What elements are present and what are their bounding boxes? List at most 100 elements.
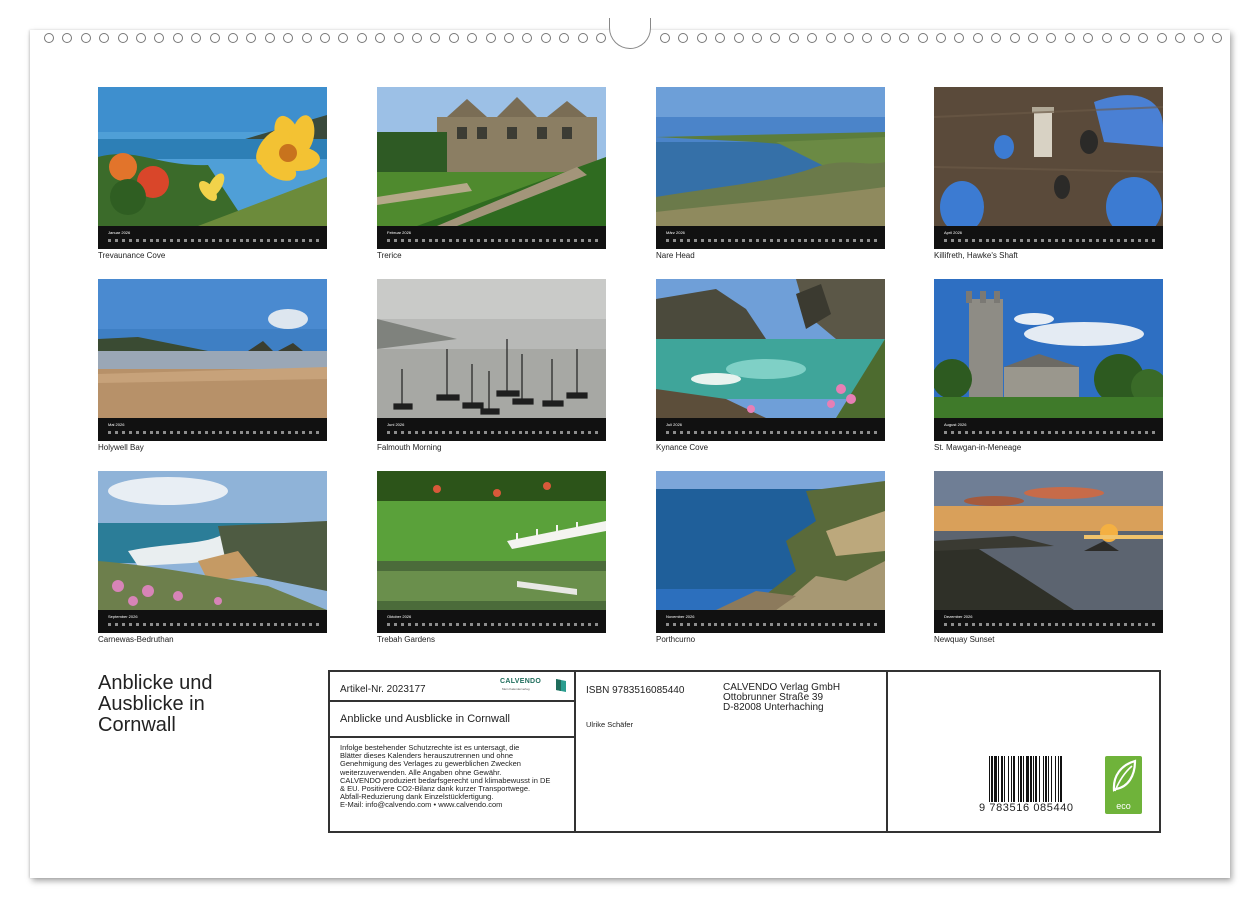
month-label: Dezember 2026: [944, 614, 973, 619]
month-photo: [656, 87, 885, 226]
day-cell: [393, 431, 397, 434]
barcode-bar: [1030, 756, 1032, 802]
day-cell: [1013, 239, 1017, 242]
day-cell: [539, 239, 543, 242]
photo-caption: Porthcurno: [656, 635, 696, 644]
day-cell: [594, 431, 598, 434]
day-cell: [470, 431, 474, 434]
day-cell: [108, 623, 111, 626]
day-cell: [714, 623, 718, 626]
day-cell: [700, 239, 704, 242]
day-cell: [211, 431, 215, 434]
day-grid: [387, 621, 598, 629]
day-cell: [1144, 239, 1148, 242]
day-cell: [1006, 431, 1010, 434]
barcode-bar: [1013, 756, 1015, 802]
photo-caption: Carnewas-Bedruthan: [98, 635, 174, 644]
day-cell: [832, 623, 836, 626]
day-cell: [525, 623, 529, 626]
day-cell: [1137, 623, 1141, 626]
day-cell: [191, 431, 195, 434]
day-cell: [1089, 623, 1093, 626]
day-cell: [666, 239, 669, 242]
day-cell: [421, 239, 425, 242]
binding-ring: [209, 33, 220, 43]
day-cell: [964, 239, 968, 242]
month-tile: Juni 2026 Falmouth Morning: [377, 279, 606, 452]
day-cell: [978, 431, 982, 434]
day-cell: [387, 623, 390, 626]
day-cell: [1117, 431, 1121, 434]
day-cell: [287, 623, 291, 626]
day-cell: [428, 239, 432, 242]
day-cell: [301, 431, 305, 434]
binding-ring: [596, 33, 606, 43]
day-cell: [260, 623, 264, 626]
month-photo: [656, 279, 885, 418]
day-cell: [1089, 239, 1093, 242]
day-grid: [387, 237, 598, 245]
month-label: März 2026: [666, 230, 685, 235]
day-cell: [866, 431, 870, 434]
day-cell: [728, 431, 732, 434]
day-cell: [679, 431, 683, 434]
day-cell: [950, 239, 954, 242]
day-cell: [211, 239, 215, 242]
binding-ring: [540, 33, 551, 43]
day-cell: [232, 623, 236, 626]
day-grid: [944, 621, 1155, 629]
barcode-bar: [1011, 756, 1012, 802]
calendar-strip: Oktober 2026: [377, 610, 606, 633]
day-cell: [707, 239, 711, 242]
day-cell: [679, 239, 683, 242]
month-label: November 2026: [666, 614, 695, 619]
day-cell: [852, 431, 856, 434]
day-grid: [108, 237, 319, 245]
day-cell: [1075, 239, 1079, 242]
binding-ring: [660, 33, 670, 43]
photo-caption: Trevaunance Cove: [98, 251, 166, 260]
calendar-strip: Januar 2026: [98, 226, 327, 249]
barcode-bar: [1051, 756, 1052, 802]
day-cell: [944, 431, 947, 434]
binding-ring: [246, 33, 257, 43]
day-cell: [218, 239, 222, 242]
day-cell: [1047, 431, 1051, 434]
day-cell: [1144, 431, 1148, 434]
day-cell: [873, 239, 877, 242]
day-cell: [442, 239, 446, 242]
day-cell: [707, 431, 711, 434]
day-cell: [693, 239, 697, 242]
month-tile: Juli 2026 Kynance Cove: [656, 279, 885, 452]
day-cell: [811, 239, 815, 242]
day-cell: [679, 623, 683, 626]
month-tile: Februar 2026 Trerice: [377, 87, 606, 260]
day-cell: [755, 431, 759, 434]
day-cell: [797, 431, 801, 434]
day-cell: [1123, 431, 1127, 434]
day-cell: [315, 239, 319, 242]
day-cell: [504, 239, 508, 242]
day-cell: [308, 623, 312, 626]
day-cell: [1110, 239, 1114, 242]
month-photo: [934, 87, 1163, 226]
brand-name: CALVENDO: [500, 678, 542, 685]
day-cell: [1006, 623, 1010, 626]
day-cell: [714, 431, 718, 434]
day-cell: [1054, 431, 1058, 434]
day-cell: [260, 431, 264, 434]
day-cell: [1020, 623, 1024, 626]
day-cell: [566, 623, 570, 626]
binding-ring: [228, 33, 238, 43]
calendar-strip: August 2026: [934, 418, 1163, 441]
day-cell: [490, 239, 494, 242]
day-cell: [294, 431, 298, 434]
photo-caption: Kynance Cove: [656, 443, 709, 452]
day-cell: [566, 431, 570, 434]
day-cell: [476, 239, 480, 242]
day-cell: [762, 239, 766, 242]
day-cell: [414, 239, 418, 242]
barcode-bar: [1045, 756, 1047, 802]
day-cell: [1096, 623, 1100, 626]
binding-ring: [172, 33, 183, 43]
